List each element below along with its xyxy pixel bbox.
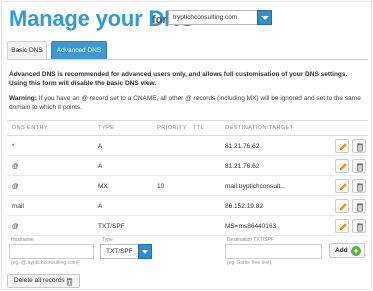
col-dns-entry: DNS ENTRY xyxy=(12,125,49,131)
pencil-icon xyxy=(339,223,347,231)
add-record-button[interactable]: Add + xyxy=(329,243,365,258)
for-label: for xyxy=(152,14,167,26)
hostname-label: Hostname xyxy=(11,237,34,243)
trash-icon xyxy=(66,278,73,286)
col-ttl: TTL xyxy=(193,125,205,131)
chevron-down-icon[interactable] xyxy=(138,244,152,259)
col-type: TYPE xyxy=(98,125,115,131)
hostname-hint: (eg. @.tryptichconsulting.com) xyxy=(11,260,79,266)
domain-select-value: tryptichconsulting.com xyxy=(173,14,238,21)
cname-warning: Warning: If you have an @ record set to … xyxy=(9,94,367,112)
destination-label: Destination TXT/SPF xyxy=(227,237,274,243)
tab-divider xyxy=(7,59,368,60)
row-type: MX xyxy=(98,183,108,190)
row-entry: @ xyxy=(12,163,19,170)
type-label: Type xyxy=(102,237,113,243)
trash-icon xyxy=(357,223,363,232)
row-destination: 86.152.19.82 xyxy=(225,203,263,210)
table-row: mail A 86.152.19.82 xyxy=(7,197,368,216)
delete-button[interactable] xyxy=(352,199,366,213)
table-row: @ MX 10 mail.tryptichconsult... xyxy=(7,177,368,196)
edit-button[interactable] xyxy=(335,179,349,193)
tab-advanced-dns[interactable]: Advanced DNS xyxy=(51,41,107,59)
delete-button[interactable] xyxy=(352,179,366,193)
delete-button[interactable] xyxy=(352,159,366,173)
plus-circle-icon: + xyxy=(351,246,361,256)
destination-input[interactable] xyxy=(225,244,322,259)
dns-panel: Manage your DNS for tryptichconsulting.c… xyxy=(1,1,372,290)
delete-all-records-button[interactable]: Delete all records xyxy=(7,274,80,288)
hostname-input[interactable] xyxy=(9,244,94,259)
trash-icon xyxy=(357,203,363,212)
type-select-value: TXT/SPF xyxy=(106,248,133,255)
table-row: @ TXT/SPF MS=ms86440163 xyxy=(7,217,368,236)
row-entry: @ xyxy=(12,183,19,190)
tab-basic-dns[interactable]: Basic DNS xyxy=(7,41,47,59)
row-destination: mail.tryptichconsult... xyxy=(225,183,286,190)
row-entry: * xyxy=(12,143,15,150)
trash-icon xyxy=(357,143,363,152)
edit-button[interactable] xyxy=(335,199,349,213)
col-destination: DESTINATION/TARGET xyxy=(225,125,294,131)
row-type: A xyxy=(98,203,103,210)
advanced-dns-info: Advanced DNS is recommended for advanced… xyxy=(9,71,348,87)
row-destination: 81.21.76.62 xyxy=(225,163,260,170)
warning-label: Warning: xyxy=(9,95,37,102)
row-type: A xyxy=(98,163,103,170)
warning-text: If you have an @ record set to a CNAME, … xyxy=(9,95,361,111)
table-row: * A 81.21.76.62 xyxy=(7,137,368,156)
delete-all-label: Delete all records xyxy=(14,277,65,284)
edit-button[interactable] xyxy=(335,139,349,153)
trash-icon xyxy=(357,163,363,172)
chevron-down-icon[interactable] xyxy=(257,10,272,25)
col-priority: PRIORITY xyxy=(157,125,187,131)
row-priority: 10 xyxy=(157,183,165,190)
table-header: DNS ENTRY TYPE PRIORITY TTL DESTINATION/… xyxy=(7,120,368,136)
row-type: TXT/SPF xyxy=(98,223,125,230)
delete-button[interactable] xyxy=(352,139,366,153)
add-button-label: Add xyxy=(335,247,348,254)
row-entry: mail xyxy=(12,203,24,210)
pencil-icon xyxy=(339,183,347,191)
row-entry: @ xyxy=(12,223,19,230)
edit-button[interactable] xyxy=(335,219,349,233)
destination-hint: (eg. Some free text) xyxy=(227,260,272,266)
table-row: @ A 81.21.76.62 xyxy=(7,157,368,176)
domain-select[interactable]: tryptichconsulting.com xyxy=(168,10,272,25)
delete-button[interactable] xyxy=(352,219,366,233)
pencil-icon xyxy=(339,143,347,151)
type-select[interactable]: TXT/SPF xyxy=(100,244,152,259)
row-type: A xyxy=(98,143,103,150)
pencil-icon xyxy=(339,203,347,211)
row-destination: MS=ms86440163 xyxy=(225,223,277,230)
trash-icon xyxy=(357,183,363,192)
edit-button[interactable] xyxy=(335,159,349,173)
pencil-icon xyxy=(339,163,347,171)
row-destination: 81.21.76.62 xyxy=(225,143,260,150)
